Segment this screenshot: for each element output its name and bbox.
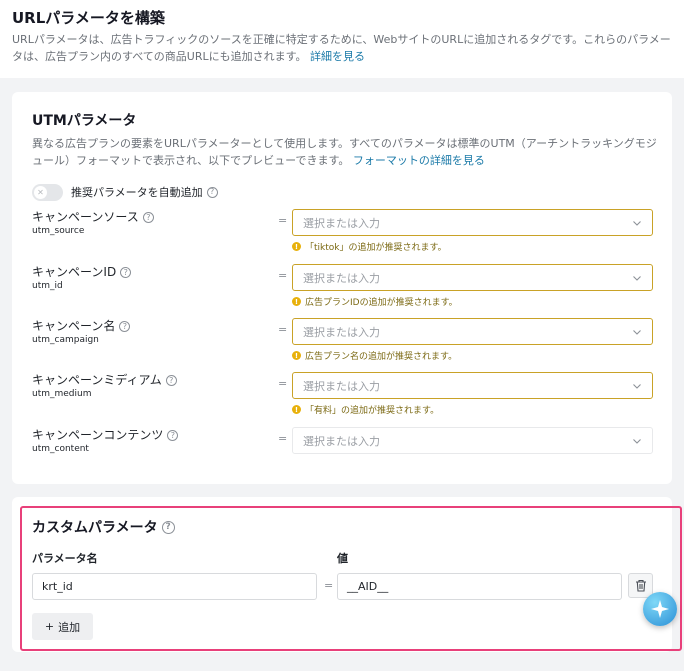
param-value-header: 値 [337,552,348,565]
auto-add-row: ✕ 推奨パラメータを自動追加 ? [32,182,652,202]
select-placeholder: 選択または入力 [303,271,380,285]
param-label-text: キャンペーン名 [32,319,116,333]
warning-icon: ! [292,297,301,306]
utm-param-row: キャンペーンコンテンツ? utm_content = 選択または入力 [32,427,653,467]
help-icon[interactable]: ? [206,186,218,198]
add-button-label: 追加 [58,620,81,634]
help-icon[interactable]: ? [161,520,175,534]
hint-text: 広告プランIDの追加が推奨されます。 [305,298,458,308]
utm-param-row: キャンペーンソース? utm_source = 選択または入力! 「tiktok」の追加… [32,209,653,253]
details-link[interactable]: 詳細を見る [310,50,365,63]
hint-text: 広告プラン名の追加が推奨されます。 [305,352,458,362]
add-parameter-button[interactable]: + 追加 [32,613,93,640]
param-label-text: キャンペーンミディアム [32,373,162,387]
recommendation-hint: ! 広告プラン名の追加が推奨されます。 [292,349,457,362]
equals-sign: = [278,323,288,336]
param-key: utm_id [32,281,63,291]
utm-card-description: 異なる広告プランの要素をURLパラメーターとして使用します。すべてのパラメータは… [32,135,657,169]
param-value-input[interactable]: __AID__ [337,573,622,600]
recommendation-hint: ! 「有料」の追加が推奨されます。 [292,403,439,416]
chevron-down-icon [633,220,641,226]
chevron-down-icon [633,275,641,281]
param-key: utm_campaign [32,335,99,345]
utm-param-row: キャンペーン名? utm_campaign = 選択または入力! 広告プラン名の追加が推… [32,318,653,362]
param-key: utm_content [32,444,89,454]
page-header: URLパラメータを構築 URLパラメータは、広告トラフィックのソースを正確に特定… [0,0,684,78]
chevron-down-icon [633,329,641,335]
param-key: utm_medium [32,389,92,399]
trash-icon [635,579,646,592]
equals-sign: = [278,214,288,227]
param-value-select[interactable]: 選択または入力 [292,427,653,454]
help-icon[interactable]: ? [167,430,179,441]
param-label-text: キャンペーンソース [32,210,139,224]
help-icon[interactable]: ? [119,321,131,332]
utm-param-row: キャンペーンID? utm_id = 選択または入力! 広告プランIDの追加が推奨されま… [32,264,653,308]
hint-text: 「有料」の追加が推奨されます。 [305,406,440,416]
assistant-button[interactable] [643,592,677,626]
param-value-select[interactable]: 選択または入力 [292,372,653,399]
select-placeholder: 選択または入力 [303,325,380,339]
param-name-input[interactable]: krt_id [32,573,317,600]
plus-icon: + [44,620,55,633]
utm-card-title: UTMパラメータ [32,113,137,129]
help-icon[interactable]: ? [120,267,132,278]
param-label-text: キャンペーンID [32,265,117,279]
param-label: キャンペーンミディアム? [32,372,177,388]
param-label: キャンペーンコンテンツ? [32,427,179,443]
recommendation-hint: ! 広告プランIDの追加が推奨されます。 [292,295,458,308]
select-placeholder: 選択または入力 [303,434,380,448]
utm-description-text: 異なる広告プランの要素をURLパラメーターとして使用します。すべてのパラメータは… [32,137,657,167]
param-name-header: パラメータ名 [32,552,98,565]
warning-icon: ! [292,242,301,251]
param-label: キャンペーンソース? [32,209,154,225]
equals-sign: = [324,579,334,592]
sparkle-icon [651,600,669,618]
select-placeholder: 選択または入力 [303,216,380,230]
auto-add-toggle[interactable]: ✕ [32,183,63,201]
param-label: キャンペーンID? [32,264,132,280]
chevron-down-icon [633,383,641,389]
param-label: キャンペーン名? [32,318,131,334]
help-icon[interactable]: ? [165,375,177,386]
page-title: URLパラメータを構築 [12,9,165,27]
hint-text: 「tiktok」の追加が推奨されます。 [305,243,447,253]
recommendation-hint: ! 「tiktok」の追加が推奨されます。 [292,240,447,253]
param-value-select[interactable]: 選択または入力 [292,209,653,236]
equals-sign: = [278,269,288,282]
custom-card-title: カスタムパラメータ [32,520,158,536]
param-value-select[interactable]: 選択または入力 [292,264,653,291]
auto-add-label: 推奨パラメータを自動追加 [71,186,203,199]
warning-icon: ! [292,351,301,360]
warning-icon: ! [292,405,301,414]
equals-sign: = [278,432,288,445]
select-placeholder: 選択または入力 [303,379,380,393]
help-icon[interactable]: ? [142,212,154,223]
param-value-select[interactable]: 選択または入力 [292,318,653,345]
toggle-x-icon: ✕ [34,185,47,199]
page-description: URLパラメータは、広告トラフィックのソースを正確に特定するために、Webサイト… [12,31,676,65]
format-details-link[interactable]: フォーマットの詳細を見る [353,154,485,167]
custom-card-title-row: カスタムパラメータ ? [32,517,175,537]
chevron-down-icon [633,438,641,444]
param-label-text: キャンペーンコンテンツ [32,428,164,442]
equals-sign: = [278,377,288,390]
param-key: utm_source [32,226,85,236]
utm-param-row: キャンペーンミディアム? utm_medium = 選択または入力! 「有料」の追加が推… [32,372,653,416]
